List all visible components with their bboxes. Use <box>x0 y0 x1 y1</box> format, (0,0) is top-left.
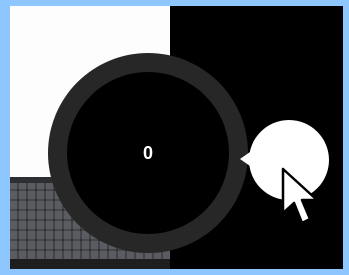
mouse-pointer-icon <box>281 167 319 225</box>
app-window: 0 <box>0 0 349 275</box>
rotary-dial[interactable]: 0 <box>48 53 248 253</box>
viewport: 0 <box>10 6 343 269</box>
dial-value: 0 <box>142 142 153 163</box>
dial-center: 0 <box>67 72 229 234</box>
roof-shadow <box>10 259 170 269</box>
